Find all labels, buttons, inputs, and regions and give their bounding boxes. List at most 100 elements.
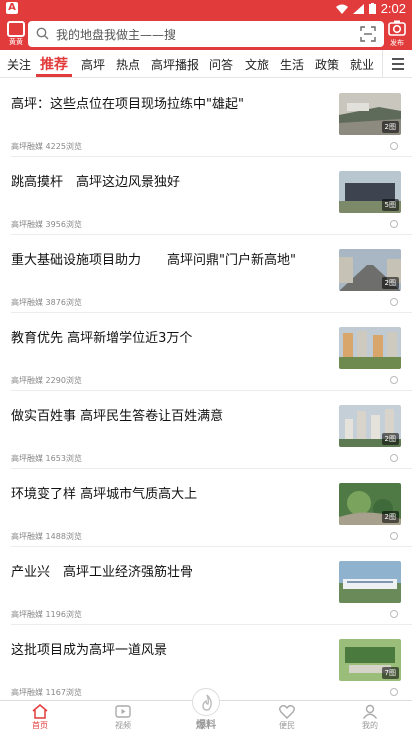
image-count-badge: 2图 xyxy=(381,433,399,445)
list-item[interactable]: 产业兴 高坪工业经济强筋壮骨 高坪融媒 1196浏览 xyxy=(0,547,412,625)
scan-icon[interactable] xyxy=(360,26,376,42)
dismiss-icon[interactable] xyxy=(390,532,398,540)
article-title[interactable]: 环境变了样 高坪城市气质高大上 xyxy=(11,483,331,502)
image-count-badge: 7图 xyxy=(381,667,399,679)
dismiss-icon[interactable] xyxy=(390,688,398,696)
list-item[interactable]: 做实百姓事 高坪民生答卷让百姓满意 高坪融媒 1653浏览 2图 xyxy=(0,391,412,469)
list-item[interactable]: 环境变了样 高坪城市气质高大上 高坪融媒 1488浏览 2图 xyxy=(0,469,412,547)
article-views: 2290浏览 xyxy=(45,376,82,385)
publish-button[interactable]: 发布 xyxy=(386,20,408,48)
image-count-badge: 2图 xyxy=(381,277,399,289)
heart-icon xyxy=(279,705,295,719)
user-icon xyxy=(362,704,378,719)
article-views: 1167浏览 xyxy=(45,688,82,697)
nav-report-button[interactable] xyxy=(192,688,220,716)
signal-icon xyxy=(352,3,364,14)
home-icon xyxy=(32,704,48,719)
publish-label: 发布 xyxy=(390,39,404,47)
article-source: 高坪融媒 xyxy=(11,142,43,151)
article-views: 3956浏览 xyxy=(45,220,82,229)
article-thumbnail[interactable] xyxy=(339,327,401,369)
nav-mine-label: 我的 xyxy=(362,721,378,730)
camera-icon xyxy=(388,20,406,36)
list-item[interactable]: 跳高摸杆 高坪这边风景独好 高坪融媒 3956浏览 5图 xyxy=(0,157,412,235)
article-title[interactable]: 教育优先 高坪新增学位近3万个 xyxy=(11,327,331,346)
article-thumbnail[interactable]: 2图 xyxy=(339,249,401,291)
article-thumbnail[interactable] xyxy=(339,561,401,603)
nav-home-label: 首页 xyxy=(32,721,48,730)
battery-icon xyxy=(368,3,376,14)
nav-report-label[interactable]: 爆料 xyxy=(186,716,226,731)
category-tabs: 关注 推荐 高坪 热点 高坪播报 问答 文旅 生活 政策 就业 xyxy=(0,50,412,78)
wifi-icon xyxy=(335,4,348,14)
tab-menu-button[interactable] xyxy=(382,50,412,77)
nav-video[interactable]: 视频 xyxy=(103,704,143,731)
search-placeholder: 我的地盘我做主——搜 xyxy=(56,28,177,42)
nav-home[interactable]: 首页 xyxy=(20,704,60,731)
article-views: 4225浏览 xyxy=(45,142,82,151)
nav-video-label: 视频 xyxy=(115,721,131,730)
status-bar: A 2:02 xyxy=(0,0,412,18)
tab-culture-travel[interactable]: 文旅 xyxy=(245,56,269,73)
article-title[interactable]: 高坪：这些点位在项目现场拉练中"雄起" xyxy=(11,93,331,112)
article-source: 高坪融媒 xyxy=(11,454,43,463)
article-thumbnail[interactable]: 2图 xyxy=(339,483,401,525)
tab-qa[interactable]: 问答 xyxy=(209,56,233,73)
image-count-badge: 2图 xyxy=(381,121,399,133)
dismiss-icon[interactable] xyxy=(390,298,398,306)
article-views: 3876浏览 xyxy=(45,298,82,307)
dismiss-icon[interactable] xyxy=(390,610,398,618)
logo-label: 黄黄 xyxy=(9,38,23,46)
tab-hot[interactable]: 热点 xyxy=(116,56,140,73)
article-views: 1196浏览 xyxy=(45,610,82,619)
article-source: 高坪融媒 xyxy=(11,610,43,619)
thumbnail-image xyxy=(339,327,401,369)
tab-gaoping[interactable]: 高坪 xyxy=(81,56,105,73)
app-notification-icon: A xyxy=(6,2,18,14)
fire-icon xyxy=(202,694,212,711)
list-item[interactable]: 教育优先 高坪新增学位近3万个 高坪融媒 2290浏览 xyxy=(0,313,412,391)
search-icon xyxy=(36,27,49,40)
article-source: 高坪融媒 xyxy=(11,376,43,385)
video-icon xyxy=(115,705,131,718)
article-views: 1488浏览 xyxy=(45,532,82,541)
nav-mine[interactable]: 我的 xyxy=(350,704,390,731)
article-source: 高坪融媒 xyxy=(11,298,43,307)
dismiss-icon[interactable] xyxy=(390,454,398,462)
thumbnail-image xyxy=(339,561,401,603)
article-title[interactable]: 产业兴 高坪工业经济强筋壮骨 xyxy=(11,561,331,580)
tab-broadcast[interactable]: 高坪播报 xyxy=(151,56,199,73)
dismiss-icon[interactable] xyxy=(390,376,398,384)
list-item[interactable]: 高坪：这些点位在项目现场拉练中"雄起" 高坪融媒 4225浏览 2图 xyxy=(0,79,412,157)
article-source: 高坪融媒 xyxy=(11,220,43,229)
list-item[interactable]: 重大基础设施项目助力 高坪问鼎"门户新高地" 高坪融媒 3876浏览 2图 xyxy=(0,235,412,313)
article-thumbnail[interactable]: 7图 xyxy=(339,639,401,681)
article-views: 1653浏览 xyxy=(45,454,82,463)
dismiss-icon[interactable] xyxy=(390,142,398,150)
article-title[interactable]: 这批项目成为高坪一道风景 xyxy=(11,639,331,658)
search-bar[interactable]: 我的地盘我做主——搜 xyxy=(28,21,384,47)
image-count-badge: 2图 xyxy=(381,511,399,523)
article-thumbnail[interactable]: 5图 xyxy=(339,171,401,213)
nav-service-label: 便民 xyxy=(279,721,295,730)
image-count-badge: 5图 xyxy=(381,199,399,211)
tab-jobs[interactable]: 就业 xyxy=(350,56,374,73)
tab-recommend[interactable]: 推荐 xyxy=(40,54,68,74)
tab-life[interactable]: 生活 xyxy=(280,56,304,73)
article-source: 高坪融媒 xyxy=(11,688,43,697)
status-time: 2:02 xyxy=(380,1,406,16)
app-logo[interactable]: 黄黄 xyxy=(6,21,26,47)
logo-icon xyxy=(7,21,25,37)
nav-service[interactable]: 便民 xyxy=(267,704,307,731)
article-title[interactable]: 跳高摸杆 高坪这边风景独好 xyxy=(11,171,331,190)
dismiss-icon[interactable] xyxy=(390,220,398,228)
header: 黄黄 我的地盘我做主——搜 发布 xyxy=(0,18,412,50)
article-thumbnail[interactable]: 2图 xyxy=(339,93,401,135)
tab-follow[interactable]: 关注 xyxy=(7,56,31,73)
article-source: 高坪融媒 xyxy=(11,532,43,541)
article-title[interactable]: 做实百姓事 高坪民生答卷让百姓满意 xyxy=(11,405,331,424)
article-thumbnail[interactable]: 2图 xyxy=(339,405,401,447)
active-tab-indicator xyxy=(36,74,72,77)
article-title[interactable]: 重大基础设施项目助力 高坪问鼎"门户新高地" xyxy=(11,249,331,268)
tab-policy[interactable]: 政策 xyxy=(315,56,339,73)
